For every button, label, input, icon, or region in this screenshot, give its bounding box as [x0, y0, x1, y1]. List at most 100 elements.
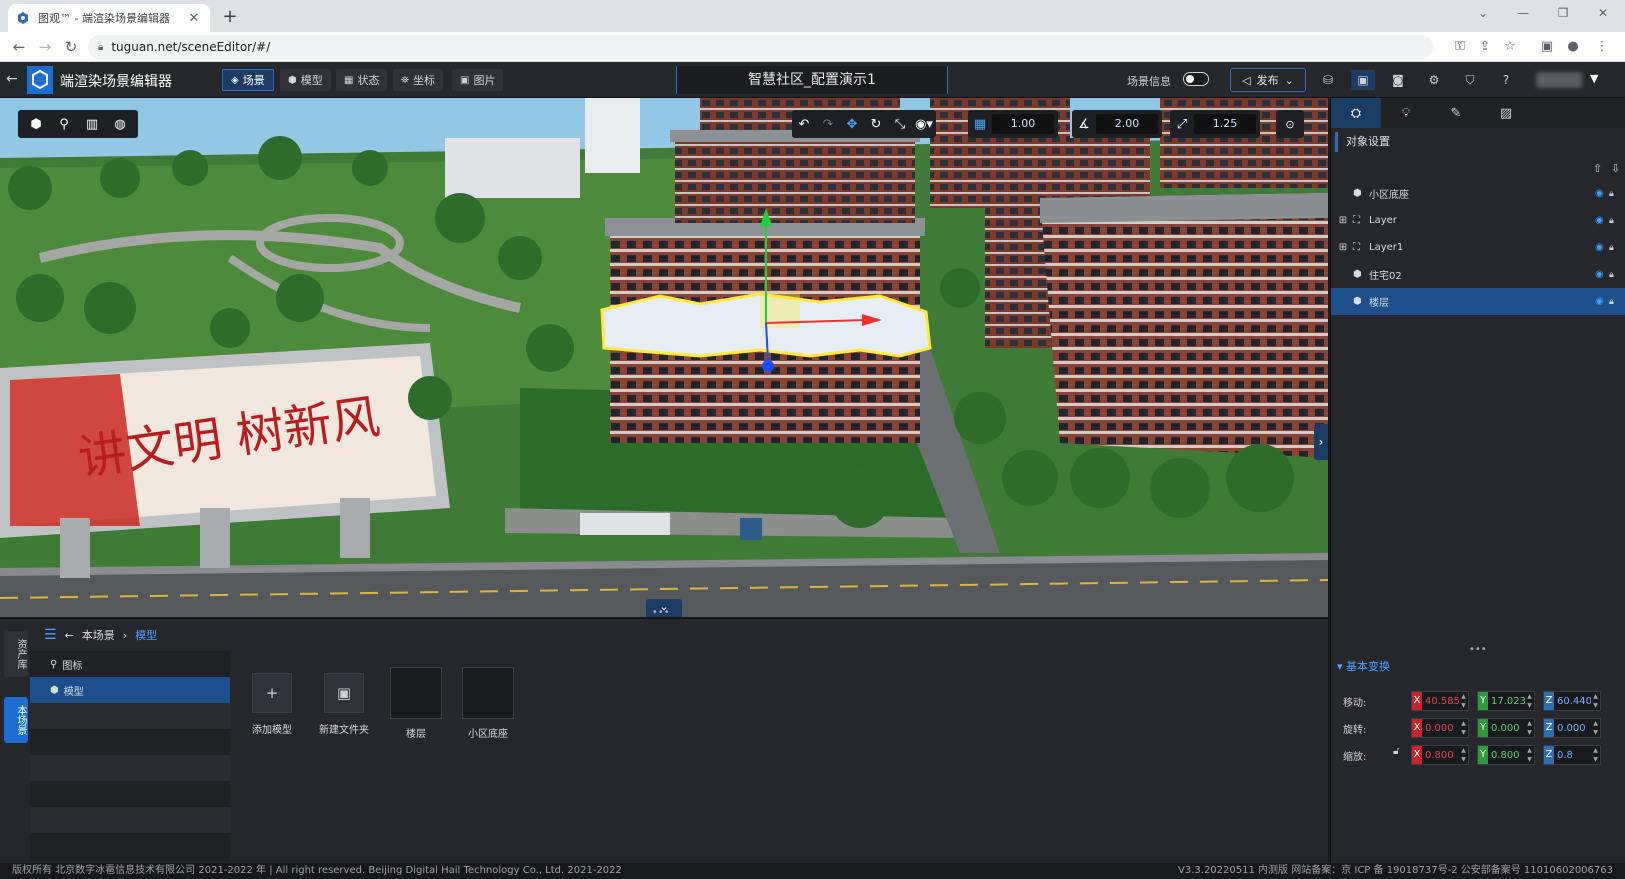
- back-arrow-icon[interactable]: ←: [6, 71, 18, 87]
- breadcrumb-back-icon[interactable]: ←: [65, 629, 74, 642]
- visibility-eye-icon[interactable]: ◉: [1595, 215, 1604, 226]
- scale-y-value[interactable]: 0.800: [1488, 750, 1525, 761]
- menu-dots-icon[interactable]: ⋮: [1592, 38, 1612, 56]
- stepper-icon[interactable]: ▲ ▼: [1525, 692, 1534, 710]
- building-icon[interactable]: ▥: [78, 110, 106, 138]
- restore-icon[interactable]: ❐: [1546, 6, 1580, 20]
- view-mode-icon[interactable]: ◉▾: [912, 117, 936, 132]
- stepper-icon[interactable]: ▲ ▼: [1459, 692, 1468, 710]
- move-x-field[interactable]: X 40.585 ▲ ▼: [1411, 691, 1469, 711]
- scale-x-field[interactable]: X 0.800 ▲ ▼: [1411, 745, 1469, 765]
- nav-button-image[interactable]: ▣ 图片: [452, 69, 504, 91]
- scale-gizmo-icon[interactable]: ⤡: [888, 117, 912, 132]
- scale-z-value[interactable]: 0.8: [1554, 750, 1591, 761]
- scene-info-toggle[interactable]: [1183, 72, 1209, 86]
- basic-transform-header[interactable]: ▾ 基本变换: [1337, 658, 1390, 674]
- nav-button-coordinate[interactable]: ⛯ 坐标: [393, 69, 443, 91]
- nav-button-state[interactable]: ▦ 状态: [336, 69, 388, 91]
- tree-row[interactable]: ⊞ ⛶ Layer ◉ 🔒︎: [1331, 207, 1625, 234]
- rotate-z-value[interactable]: 0.000: [1554, 723, 1591, 734]
- stepper-icon[interactable]: ▲ ▼: [1459, 746, 1468, 764]
- tree-row[interactable]: ⬢ 小区底座 ◉ 🔒︎: [1331, 180, 1625, 207]
- scale-z-field[interactable]: Z 0.8 ▲ ▼: [1543, 745, 1601, 765]
- rotate-z-field[interactable]: Z 0.000 ▲ ▼: [1543, 718, 1601, 738]
- forward-icon[interactable]: →: [34, 37, 56, 57]
- scale-lock-icon[interactable]: 🔓︎: [1393, 746, 1399, 757]
- lock-icon[interactable]: 🔒︎: [1609, 243, 1614, 253]
- tree-row[interactable]: ⬢ 住宅02 ◉ 🔒︎: [1331, 261, 1625, 288]
- user-menu-chevron-icon[interactable]: ▼: [1590, 72, 1598, 85]
- browser-tab[interactable]: 图观™ - 端渲染场景编辑器 ✕: [8, 4, 210, 32]
- visibility-eye-icon[interactable]: ◉: [1595, 269, 1604, 280]
- lock-icon[interactable]: 🔒︎: [1609, 189, 1614, 199]
- save-icon[interactable]: ▣: [1351, 70, 1375, 90]
- scale-y-field[interactable]: Y 0.800 ▲ ▼: [1477, 745, 1535, 765]
- angle-snap-icon[interactable]: ∡: [1072, 117, 1096, 132]
- lock-icon[interactable]: 🔒︎: [1609, 216, 1614, 226]
- lock-icon[interactable]: 🔒︎: [1609, 297, 1614, 307]
- scale-x-value[interactable]: 0.800: [1422, 750, 1459, 761]
- preview-icon[interactable]: ◙: [1386, 70, 1410, 90]
- asset-category-row[interactable]: ⚲ 图标: [30, 651, 230, 677]
- scene-viewport[interactable]: 讲文明 树新风 ⬢ ⚲ ▥ ◍ ↶ ↷ ✥ ↻ ⤡ ◉▾ ▦ 1.00 ∡ 2.00 …: [0, 98, 1328, 617]
- stepper-icon[interactable]: ▲ ▼: [1525, 746, 1534, 764]
- globe-icon[interactable]: ◍: [106, 110, 134, 138]
- user-avatar[interactable]: [1536, 72, 1582, 88]
- tab-image-icon[interactable]: ▨: [1481, 98, 1531, 128]
- visibility-eye-icon[interactable]: ◉: [1595, 188, 1604, 199]
- scene-title[interactable]: 智慧社区_配置演示1: [676, 66, 948, 94]
- move-z-field[interactable]: Z 60.440 ▲ ▼: [1543, 691, 1601, 711]
- move-gizmo-icon[interactable]: ✥: [840, 117, 864, 132]
- rotate-y-field[interactable]: Y 0.000 ▲ ▼: [1477, 718, 1535, 738]
- asset-category-row[interactable]: ⬢ 模型: [30, 677, 230, 703]
- asset-card[interactable]: ▣ 新建文件夹: [318, 667, 370, 740]
- focus-icon[interactable]: ⊙: [1276, 110, 1304, 138]
- tab-search-icon[interactable]: ⌄: [1466, 6, 1500, 20]
- share-icon[interactable]: ⇪: [1475, 38, 1495, 56]
- tab-object-settings-icon[interactable]: ⛭: [1331, 98, 1381, 128]
- asset-card[interactable]: + 添加模型: [246, 667, 298, 740]
- bottom-resize-handle-icon[interactable]: •••: [652, 607, 670, 618]
- sidepanel-icon[interactable]: ▣: [1537, 38, 1557, 56]
- visibility-eye-icon[interactable]: ◉: [1595, 296, 1604, 307]
- reload-icon[interactable]: ↻: [60, 37, 82, 57]
- pin-icon[interactable]: ⚲: [50, 110, 78, 138]
- move-y-value[interactable]: 17.023: [1488, 696, 1525, 707]
- move-y-field[interactable]: Y 17.023 ▲ ▼: [1477, 691, 1535, 711]
- redo-icon[interactable]: ↷: [816, 117, 840, 132]
- scale-snap-value[interactable]: 1.25: [1194, 114, 1256, 134]
- new-tab-icon[interactable]: +: [219, 6, 241, 27]
- stepper-icon[interactable]: ▲ ▼: [1459, 719, 1468, 737]
- visibility-eye-icon[interactable]: ◉: [1595, 242, 1604, 253]
- rotate-gizmo-icon[interactable]: ↻: [864, 117, 888, 132]
- move-x-value[interactable]: 40.585: [1422, 696, 1459, 707]
- save-as-icon[interactable]: ⛁: [1316, 70, 1340, 90]
- expand-right-panel-icon[interactable]: ›: [1314, 424, 1328, 460]
- back-icon[interactable]: ←: [8, 37, 30, 57]
- plugin-icon[interactable]: ⛉: [1458, 70, 1482, 90]
- stepper-icon[interactable]: ▲ ▼: [1591, 692, 1600, 710]
- stepper-icon[interactable]: ▲ ▼: [1591, 719, 1600, 737]
- list-menu-icon[interactable]: ☰: [44, 627, 57, 643]
- rotate-snap-value[interactable]: 2.00: [1096, 114, 1158, 134]
- tab-lighting-icon[interactable]: 💡︎: [1381, 98, 1431, 128]
- tab-close-icon[interactable]: ✕: [186, 11, 202, 26]
- move-snap-value[interactable]: 1.00: [992, 114, 1054, 134]
- undo-icon[interactable]: ↶: [792, 117, 816, 132]
- asset-card[interactable]: 小区底座: [462, 667, 514, 740]
- resize-handle-icon[interactable]: •••: [1469, 644, 1487, 655]
- grid-snap-icon[interactable]: ▦: [968, 117, 992, 132]
- scale-snap-icon[interactable]: ⤢: [1170, 117, 1194, 132]
- close-window-icon[interactable]: ✕: [1586, 6, 1620, 20]
- nav-button-model[interactable]: ⬢ 模型: [280, 69, 331, 91]
- nav-button-scene[interactable]: ◈ 场景: [222, 69, 274, 91]
- expand-icon[interactable]: ⊞: [1337, 215, 1349, 227]
- side-tab[interactable]: 资产库: [4, 631, 28, 677]
- minimize-icon[interactable]: —: [1506, 6, 1540, 20]
- import-icon[interactable]: ⇩: [1611, 162, 1620, 175]
- lock-icon[interactable]: 🔒︎: [1609, 270, 1614, 280]
- url-field[interactable]: 🔒︎ tuguan.net/sceneEditor/#/: [88, 35, 1433, 59]
- rotate-x-field[interactable]: X 0.000 ▲ ▼: [1411, 718, 1469, 738]
- publish-button[interactable]: ◁ 发布 ⌄: [1230, 68, 1306, 92]
- tree-row[interactable]: ⊞ ⛶ Layer1 ◉ 🔒︎: [1331, 234, 1625, 261]
